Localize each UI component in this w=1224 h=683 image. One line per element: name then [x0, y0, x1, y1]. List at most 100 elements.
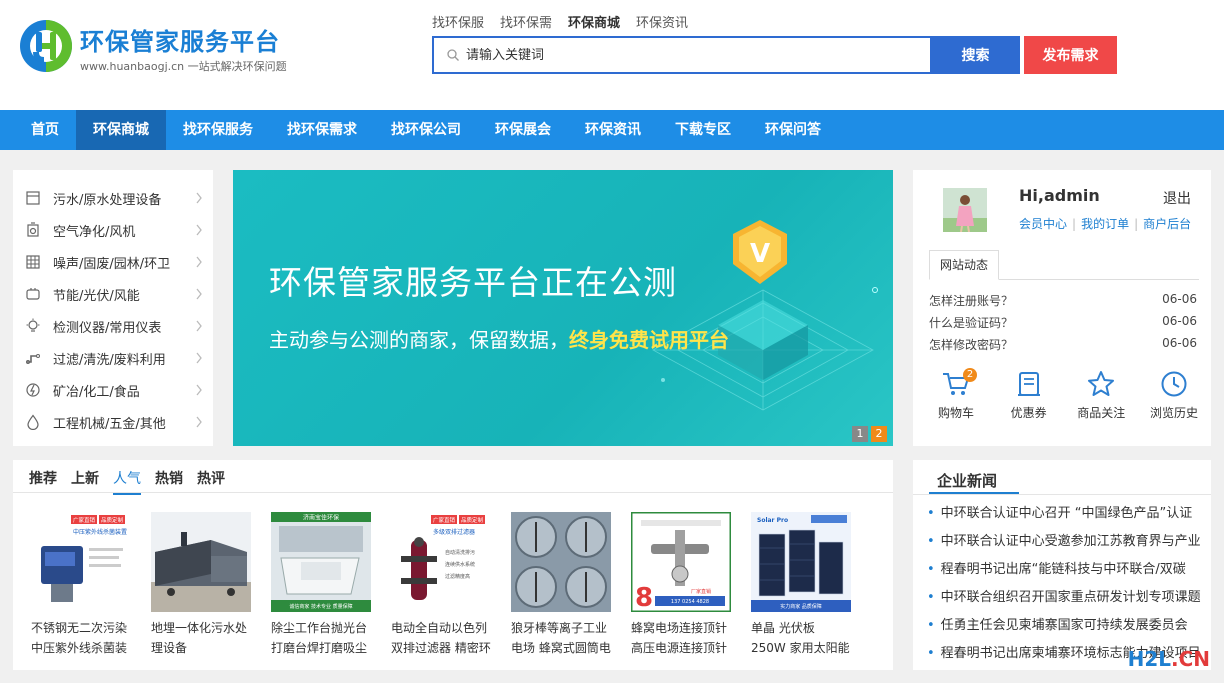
tool-label: 浏览历史 [1149, 406, 1198, 420]
banner-subtitle: 主动参与公测的商家，保留数据，终身免费试用平台 [269, 324, 729, 353]
list-item[interactable]: 中环联合认证中心召开 “中国绿色产品”认证 [927, 500, 1203, 528]
news-date: 06-06 [1162, 314, 1197, 328]
nav-item-qa[interactable]: 环保问答 [748, 110, 838, 150]
search-icon [447, 49, 459, 61]
tab-popular[interactable]: 人气 [113, 468, 141, 495]
nav-item-mall[interactable]: 环保商城 [76, 110, 166, 150]
svg-text:广家直销: 广家直销 [433, 516, 456, 524]
category-item[interactable]: 检测仪器/常用仪表 [13, 310, 213, 342]
bulb-icon [26, 318, 40, 332]
category-item[interactable]: 污水/原水处理设备 [13, 182, 213, 214]
product-image: 广家直销 品质定制 多级双排过滤器 自动清洗排污 连续供水系统 过滤精度高 [391, 512, 491, 612]
product-card[interactable]: Solar Pro 实力商家 品质保障 单晶 光伏板 250W 家用太阳能板 [751, 512, 851, 658]
search-tab-mall[interactable]: 环保商城 [568, 12, 620, 31]
logo-title: 环保管家服务平台 [80, 28, 280, 56]
category-item[interactable]: 过滤/清洗/废料利用 [13, 342, 213, 374]
list-item[interactable]: 什么是验证码？ 06-06 [929, 314, 1197, 336]
avatar[interactable] [943, 188, 987, 232]
svg-text:厂家直销: 厂家直销 [691, 588, 711, 595]
list-item[interactable]: 怎样修改密码？ 06-06 [929, 336, 1197, 358]
badge-letter: V [750, 239, 770, 269]
banner-page-2[interactable]: 2 [871, 426, 887, 442]
product-name: 除尘工作台抛光台打磨台焊打磨吸尘 [271, 621, 368, 655]
nav-item-find-service[interactable]: 找环保服务 [166, 110, 270, 150]
cart-button[interactable]: 2 购物车 [925, 368, 987, 421]
product-card[interactable]: 狼牙棒等离子工业电场 蜂窝式圆筒电 [511, 512, 611, 658]
my-orders-link[interactable]: 我的订单 [1081, 217, 1129, 231]
search-button[interactable]: 搜索 [931, 36, 1020, 74]
user-tools: 2 购物车 优惠券 商品关注 浏览历史 [925, 368, 1205, 421]
tab-site-news[interactable]: 网站动态 [929, 250, 999, 280]
product-name: 蜂窝电场连接顶针高压电源连接顶针 [631, 621, 728, 655]
user-panel: Hi,admin 退出 会员中心 | 我的订单 | 商户后台 网站动态 怎样注册账号？ 0… [913, 170, 1211, 446]
news-title: 怎样修改密码？ [929, 338, 1014, 352]
nav-item-home[interactable]: 首页 [14, 110, 76, 150]
banner-pager: 1 2 [852, 426, 887, 442]
nav-item-downloads[interactable]: 下载专区 [658, 110, 748, 150]
category-label: 工程机械/五金/其他 [53, 416, 166, 432]
svg-text:诚信商家 技术专业 质量保障: 诚信商家 技术专业 质量保障 [289, 603, 352, 610]
publish-demand-button[interactable]: 发布需求 [1024, 36, 1117, 74]
banner-highlight: 终身免费试用平台 [569, 328, 729, 352]
product-name: 狼牙棒等离子工业电场 蜂窝式圆筒电 [511, 621, 611, 655]
svg-text:多级双排过滤器: 多级双排过滤器 [433, 528, 475, 536]
watermark-suffix: .CN [1170, 647, 1210, 671]
product-tab-divider [13, 492, 893, 493]
product-card[interactable]: 地埋一体化污水处理设备 [151, 512, 251, 658]
search-tab-demand[interactable]: 找环保需 [500, 12, 552, 31]
history-button[interactable]: 浏览历史 [1143, 370, 1205, 421]
nav-item-expo[interactable]: 环保展会 [478, 110, 568, 150]
logout-link[interactable]: 退出 [1163, 188, 1191, 208]
category-item[interactable]: 工程机械/五金/其他 [13, 406, 213, 438]
category-label: 节能/光伏/风能 [53, 288, 140, 304]
nav-item-find-company[interactable]: 找环保公司 [374, 110, 478, 150]
list-item[interactable]: 怎样注册账号？ 06-06 [929, 292, 1197, 314]
list-item[interactable]: 程春明书记出席“能链科技与中环联合/双碳 [927, 556, 1203, 584]
category-item[interactable]: 噪声/固废/园林/环卫 [13, 246, 213, 278]
product-card[interactable]: 广家直销 品质定制 中压紫外线杀菌装置 不锈钢无二次污染中压紫外线杀菌装 [31, 512, 131, 658]
banner-page-1[interactable]: 1 [852, 426, 868, 442]
tab-hot-review[interactable]: 热评 [197, 468, 225, 495]
solar-icon [26, 288, 40, 300]
promo-banner[interactable]: V 环保管家服务平台正在公测 主动参与公测的商家，保留数据，终身免费试用平台 1… [233, 170, 893, 446]
chevron-right-icon [196, 224, 202, 236]
product-card[interactable]: 广家直销 品质定制 多级双排过滤器 自动清洗排污 连续供水系统 过滤精度高 电动… [391, 512, 491, 658]
logo-mark-icon [20, 20, 72, 72]
watermark-brand: H2L [1127, 647, 1171, 671]
svg-text:自动清洗排污: 自动清洗排污 [445, 549, 475, 556]
product-card[interactable]: 8 137 0254 4828 厂家直销 蜂窝电场连接顶针高压电源连接顶针 [631, 512, 731, 658]
list-item[interactable]: 中环联合组织召开国家重点研发计划专项课题 [927, 584, 1203, 612]
site-logo[interactable]: 环保管家服务平台 www.huanbaogj.cn 一站式解决环保问题 [18, 18, 318, 78]
category-label: 空气净化/风机 [53, 224, 136, 240]
category-label: 过滤/清洗/废料利用 [53, 352, 166, 368]
category-item[interactable]: 空气净化/风机 [13, 214, 213, 246]
product-name: 不锈钢无二次污染中压紫外线杀菌装 [31, 621, 128, 655]
nav-item-find-demand[interactable]: 找环保需求 [270, 110, 374, 150]
merchant-admin-link[interactable]: 商户后台 [1143, 217, 1191, 231]
product-image [151, 512, 251, 612]
product-card[interactable]: 济南宝佳环保 诚信商家 技术专业 质量保障 除尘工作台抛光台打磨台焊打磨吸尘 [271, 512, 371, 658]
nav-item-news[interactable]: 环保资讯 [568, 110, 658, 150]
corporate-news: 企业新闻 中环联合认证中心召开 “中国绿色产品”认证 中环联合认证中心受邀参加江… [913, 460, 1211, 670]
list-item[interactable]: 中环联合认证中心受邀参加江苏教育界与产业 [927, 528, 1203, 556]
category-item[interactable]: 矿冶/化工/食品 [13, 374, 213, 406]
search-tab-news[interactable]: 环保资讯 [636, 12, 688, 31]
coupon-button[interactable]: 优惠券 [998, 370, 1060, 421]
favorites-button[interactable]: 商品关注 [1070, 370, 1132, 421]
product-image: 8 137 0254 4828 厂家直销 [631, 512, 731, 612]
member-center-link[interactable]: 会员中心 [1019, 217, 1067, 231]
news-date: 06-06 [1162, 336, 1197, 350]
tab-recommend[interactable]: 推荐 [29, 468, 57, 495]
search-input[interactable] [466, 47, 906, 63]
product-image: Solar Pro 实力商家 品质保障 [751, 512, 851, 612]
drop-icon [27, 414, 39, 430]
product-image: 济南宝佳环保 诚信商家 技术专业 质量保障 [271, 512, 371, 612]
list-item[interactable]: 任勇主任会见柬埔寨国家可持续发展委员会 [927, 612, 1203, 640]
user-greeting: Hi,admin [1019, 186, 1100, 205]
search-tab-service[interactable]: 找环保服 [432, 12, 484, 31]
svg-text:Solar Pro: Solar Pro [757, 517, 788, 524]
tab-new[interactable]: 上新 [71, 468, 99, 495]
tool-label: 购物车 [937, 406, 974, 420]
tab-hot-sale[interactable]: 热销 [155, 468, 183, 495]
category-item[interactable]: 节能/光伏/风能 [13, 278, 213, 310]
